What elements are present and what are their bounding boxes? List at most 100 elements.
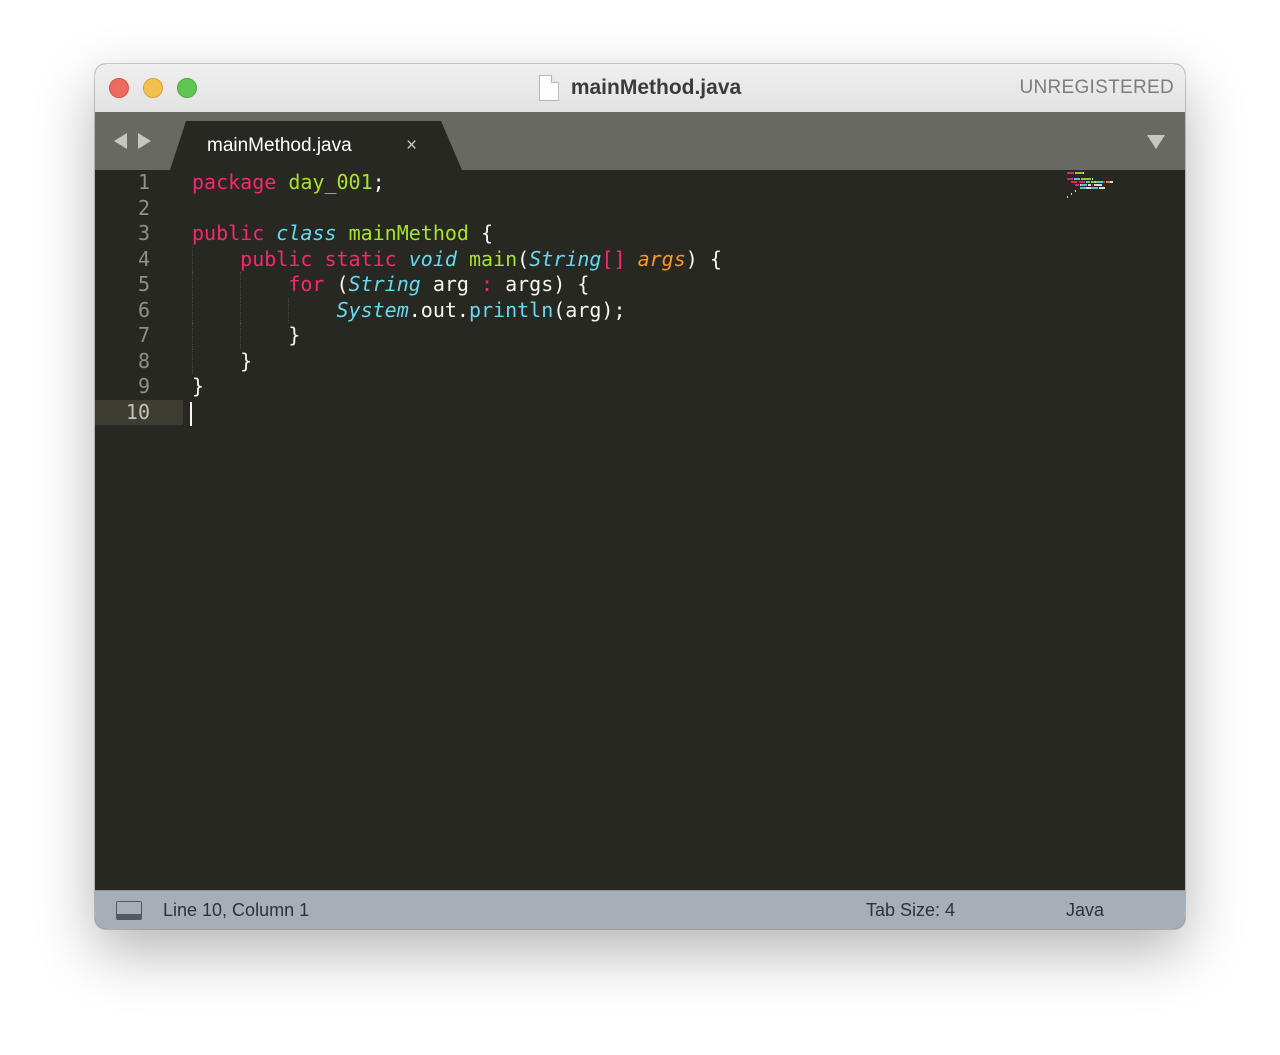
code-token: static — [324, 246, 397, 271]
code-token: String — [348, 272, 421, 296]
code-token: for — [288, 272, 325, 296]
tab-mainmethod-java[interactable]: mainMethod.java × — [170, 121, 462, 170]
code-line[interactable]: } — [192, 348, 1035, 374]
minimap-stroke — [1071, 193, 1073, 195]
code-token: class — [276, 221, 337, 245]
minimap-stroke — [1085, 181, 1091, 183]
code-token: public — [192, 221, 265, 245]
minimap-stroke — [1075, 172, 1083, 174]
indent-guide — [192, 323, 193, 349]
code-token: ( — [324, 272, 349, 296]
line-number: 7 — [137, 323, 150, 347]
minimap-stroke — [1067, 172, 1075, 174]
zoom-icon[interactable] — [177, 78, 197, 98]
title-bar: mainMethod.java UNREGISTERED — [95, 64, 1185, 113]
code-token: println — [468, 297, 554, 322]
minimap-stroke — [1102, 181, 1105, 183]
code-line[interactable]: } — [192, 323, 1035, 349]
code-token: .out. — [408, 297, 469, 322]
indent-guide — [288, 297, 290, 323]
minimap-stroke — [1098, 187, 1105, 189]
code-token: args — [637, 246, 686, 271]
code-line[interactable]: public class mainMethod { — [192, 221, 1035, 247]
code-token: public — [240, 246, 313, 271]
code-token: main — [468, 246, 518, 271]
syntax-selector[interactable]: Java — [1066, 891, 1104, 929]
code-line[interactable] — [190, 400, 1035, 426]
code-line[interactable]: for (String arg : args) { — [192, 272, 1035, 298]
indent-guide — [192, 297, 193, 323]
code-line[interactable]: } — [192, 374, 1035, 400]
code-token: mainMethod — [348, 221, 469, 245]
minimap-stroke — [1075, 190, 1077, 192]
code-token: String — [529, 246, 602, 271]
editor-window: mainMethod.java UNREGISTERED mainMethod.… — [95, 64, 1185, 929]
code-token: [] — [601, 246, 626, 271]
indent-guide — [192, 246, 193, 272]
tab-size-selector[interactable]: Tab Size: 4 — [866, 891, 955, 929]
close-icon[interactable] — [109, 78, 129, 98]
editor-area[interactable]: 1 2 3 4 5 6 7 8 9 10 package day_001;public class… — [95, 170, 1185, 891]
code-token: package — [192, 170, 277, 194]
tab-menu-icon[interactable] — [1147, 135, 1165, 149]
code-token: { — [468, 221, 494, 245]
code-token: : — [481, 272, 494, 296]
code-text-area[interactable]: package day_001;public class mainMethod … — [190, 170, 1035, 891]
document-icon — [538, 75, 559, 101]
tab-bar: mainMethod.java × — [95, 112, 1185, 170]
minimap-stroke — [1080, 184, 1087, 186]
indent-guide — [240, 297, 242, 323]
minimap-stroke — [1088, 184, 1092, 186]
minimap-stroke — [1075, 184, 1079, 186]
code-token: arg — [420, 272, 482, 296]
panel-toggle-icon[interactable] — [116, 901, 142, 920]
code-token: day_001 — [288, 170, 373, 194]
code-line[interactable]: System.out.println(arg); — [192, 297, 1035, 323]
line-number: 8 — [137, 348, 150, 373]
minimap-stroke — [1092, 178, 1094, 180]
window-title: mainMethod.java — [570, 76, 742, 99]
minimap-stroke — [1110, 181, 1114, 183]
status-bar: Line 10, Column 1 Tab Size: 4 Java — [95, 890, 1185, 929]
minimap-stroke — [1094, 184, 1102, 186]
code-token: ) { — [685, 246, 722, 271]
code-token: args) { — [493, 272, 590, 296]
arrow-left-icon[interactable] — [114, 133, 127, 149]
cursor-position: Line 10, Column 1 — [163, 900, 310, 920]
code-token: } — [192, 348, 253, 373]
line-number-gutter: 1 2 3 4 5 6 7 8 9 10 — [95, 170, 183, 891]
minimap[interactable] — [1067, 172, 1139, 202]
code-token: System — [336, 297, 409, 322]
indent-guide — [192, 272, 193, 298]
line-number: 6 — [137, 297, 150, 322]
code-token: } — [192, 323, 301, 347]
code-line[interactable]: public static void main(String[] args) { — [192, 246, 1035, 272]
code-token: ( — [517, 246, 530, 271]
tab-close-icon[interactable]: × — [406, 121, 417, 170]
minimap-stroke — [1074, 178, 1080, 180]
indent-guide — [240, 272, 242, 298]
minimap-stroke — [1091, 187, 1099, 189]
line-number: 3 — [137, 221, 150, 245]
arrow-right-icon[interactable] — [138, 133, 151, 149]
indent-guide — [192, 348, 193, 374]
minimap-stroke — [1082, 172, 1084, 174]
minimap-stroke — [1067, 178, 1074, 180]
code-token: void — [408, 246, 457, 271]
minimap-stroke — [1080, 178, 1092, 180]
minimize-icon[interactable] — [143, 78, 163, 98]
tab-label: mainMethod.java — [207, 135, 352, 156]
line-number: 1 — [137, 170, 150, 194]
code-line[interactable]: package day_001; — [192, 170, 1035, 196]
code-line[interactable] — [192, 196, 1035, 222]
code-token: } — [192, 374, 205, 398]
minimap-stroke — [1092, 184, 1094, 186]
